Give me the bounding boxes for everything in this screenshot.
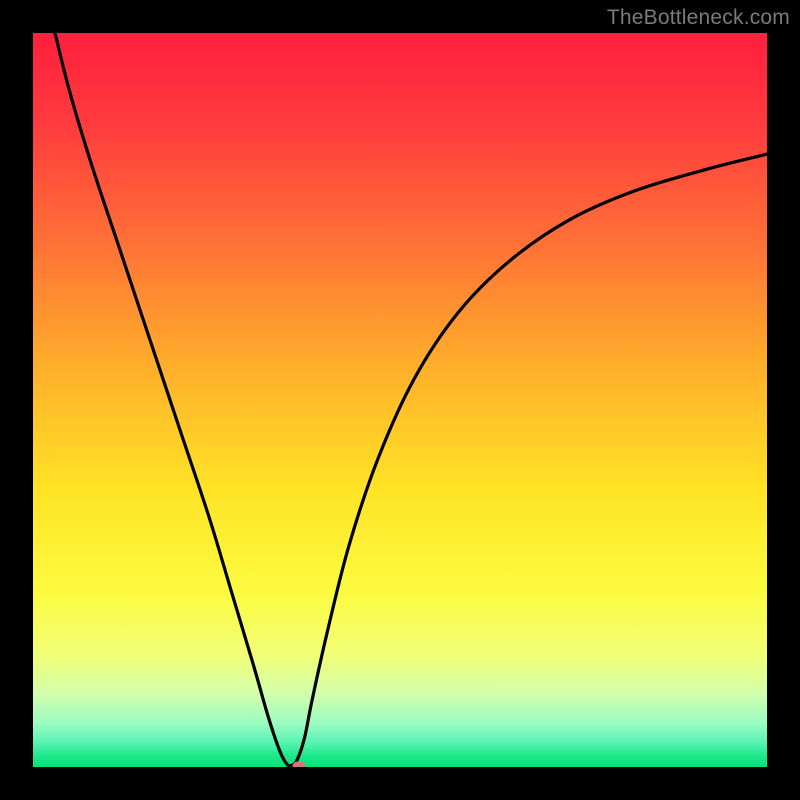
plot-area: [33, 33, 767, 767]
bottleneck-curve: [33, 33, 767, 767]
watermark-text: TheBottleneck.com: [607, 6, 790, 30]
optimal-point-marker: [293, 761, 306, 767]
chart-frame: TheBottleneck.com: [0, 0, 800, 800]
